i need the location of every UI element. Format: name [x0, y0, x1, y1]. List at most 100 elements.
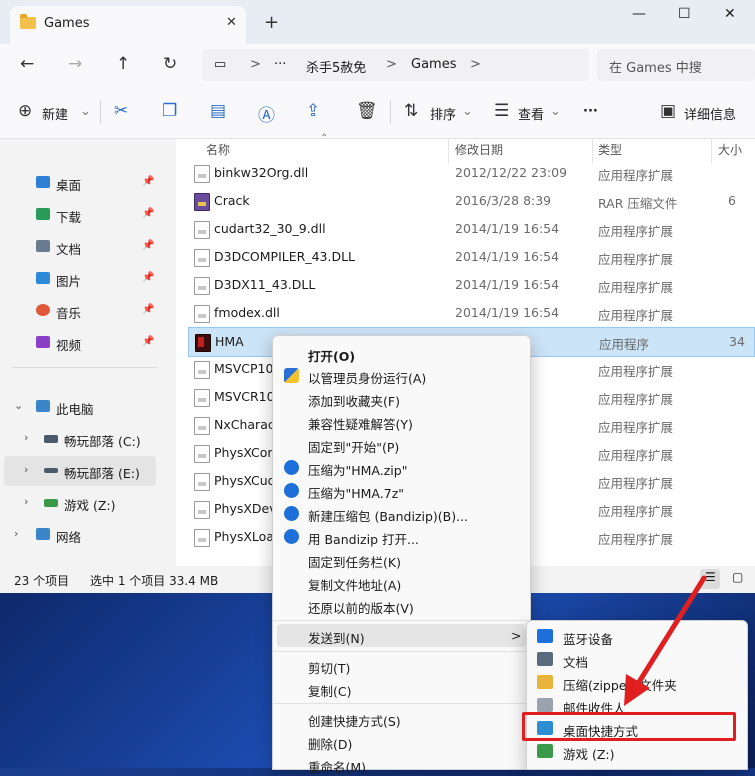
menu-item-rename[interactable]: 重命名(M): [273, 753, 530, 776]
sidebar-item-music[interactable]: 音乐 📌: [0, 296, 160, 326]
table-row[interactable]: fmodex.dll 2014/1/19 16:54 应用程序扩展: [188, 299, 755, 327]
details-button[interactable]: 详细信息: [684, 104, 736, 123]
menu-item[interactable]: 添加到收藏夹(F): [273, 387, 530, 410]
file-name: Crack: [214, 193, 250, 208]
menu-item[interactable]: 压缩为"HMA.zip": [273, 456, 530, 479]
file-name: cudart32_30_9.dll: [214, 221, 326, 236]
tab-close-icon[interactable]: ✕: [226, 15, 237, 30]
sidebar-item-drive-e[interactable]: › 畅玩部落 (E:): [4, 456, 156, 486]
maximize-button[interactable]: ☐: [678, 6, 691, 22]
breadcrumb-item[interactable]: Games: [411, 57, 456, 72]
view-button[interactable]: 查看: [518, 104, 544, 123]
table-row[interactable]: Crack 2016/3/28 8:39 RAR 压缩文件 6: [188, 187, 755, 215]
menu-item[interactable]: 复制文件地址(A): [273, 571, 530, 594]
menu-item[interactable]: 以管理员身份运行(A): [273, 364, 530, 387]
sidebar-item-network[interactable]: › 网络: [0, 520, 160, 550]
address-bar[interactable]: ▭ > ··· 杀手5赦免 > Games >: [202, 49, 589, 81]
sidebar-item-desktop[interactable]: 桌面 📌: [0, 168, 160, 198]
table-row[interactable]: binkw32Org.dll 2012/12/22 23:09 应用程序扩展: [188, 159, 755, 187]
sidebar-divider: [12, 367, 157, 368]
navigation-pane: 桌面 📌 下载 📌 文档 📌 图片 📌 音乐 📌 视频 📌 ⌄ 此电脑 › 畅玩…: [0, 139, 170, 566]
sidebar-item-drive-c[interactable]: › 畅玩部落 (C:): [0, 424, 160, 454]
chevron-right-icon[interactable]: ›: [24, 495, 28, 508]
column-header-type[interactable]: 类型: [598, 141, 622, 158]
menu-item-label: 用 Bandizip 打开...: [308, 532, 419, 547]
menu-item[interactable]: 兼容性疑难解答(Y): [273, 410, 530, 433]
back-button[interactable]: ←: [20, 54, 34, 74]
bandizip-icon: [284, 460, 299, 475]
menu-item-create-shortcut[interactable]: 创建快捷方式(S): [273, 707, 530, 730]
new-plus-icon: ⊕: [18, 101, 33, 121]
menu-item-cut[interactable]: 剪切(T): [273, 654, 530, 677]
menu-item-label: 以管理员身份运行(A): [308, 371, 427, 386]
menu-item[interactable]: 固定到任务栏(K): [273, 548, 530, 571]
file-icon: [194, 529, 210, 547]
network-icon: [36, 528, 50, 540]
tab-games[interactable]: Games ✕: [10, 6, 246, 44]
menu-item[interactable]: 打开(O): [273, 342, 530, 365]
menu-item-copy[interactable]: 复制(C): [273, 677, 530, 700]
rename-icon[interactable]: Ⓐ: [258, 101, 275, 126]
menu-item[interactable]: 固定到"开始"(P): [273, 433, 530, 456]
sidebar-item-pictures[interactable]: 图片 📌: [0, 264, 160, 294]
up-button[interactable]: ↑: [116, 54, 130, 74]
menu-item-send-to[interactable]: 发送到(N) >: [277, 624, 526, 647]
chevron-down-icon: ⌄: [80, 104, 91, 119]
refresh-button[interactable]: ↻: [163, 54, 177, 74]
file-icon: [194, 165, 210, 183]
breadcrumb-item[interactable]: 杀手5赦免: [306, 57, 366, 76]
chevron-down-icon: ⌄: [462, 104, 473, 119]
file-icon: [194, 361, 210, 379]
menu-item[interactable]: 还原以前的版本(V): [273, 594, 530, 617]
column-header-size[interactable]: 大小: [718, 141, 742, 158]
table-row[interactable]: cudart32_30_9.dll 2014/1/19 16:54 应用程序扩展: [188, 215, 755, 243]
pin-icon: 📌: [142, 208, 155, 219]
music-icon: [36, 304, 50, 316]
menu-item-delete[interactable]: 删除(D): [273, 730, 530, 753]
pin-icon: 📌: [142, 176, 155, 187]
column-header-name[interactable]: 名称: [206, 141, 230, 158]
folder-icon: [20, 14, 36, 29]
menu-item[interactable]: 新建压缩包 (Bandizip)(B)...: [273, 502, 530, 525]
delete-icon[interactable]: 🗑: [356, 101, 378, 121]
paste-icon[interactable]: ▤: [210, 101, 226, 121]
video-icon: [36, 336, 50, 348]
breadcrumb-overflow[interactable]: ···: [274, 57, 286, 72]
sidebar-item-downloads[interactable]: 下载 📌: [0, 200, 160, 230]
cut-icon[interactable]: ✂: [114, 101, 128, 121]
copy-icon[interactable]: ❐: [162, 101, 177, 121]
table-row[interactable]: D3DX11_43.DLL 2014/1/19 16:54 应用程序扩展: [188, 271, 755, 299]
shield-icon: [284, 368, 299, 383]
search-box[interactable]: 在 Games 中搜: [597, 49, 755, 81]
share-icon[interactable]: ⇪: [306, 101, 320, 121]
chevron-right-icon[interactable]: ›: [24, 431, 28, 444]
sidebar-item-documents[interactable]: 文档 📌: [0, 232, 160, 262]
forward-button[interactable]: →: [68, 54, 82, 74]
file-icon: [194, 417, 210, 435]
context-menu: 打开(O) 以管理员身份运行(A) 添加到收藏夹(F) 兼容性疑难解答(Y) 固定到"开…: [272, 335, 531, 775]
submenu-item-icon: [537, 744, 553, 758]
table-row[interactable]: D3DCOMPILER_43.DLL 2014/1/19 16:54 应用程序扩展: [188, 243, 755, 271]
new-tab-button[interactable]: +: [264, 14, 279, 32]
chevron-down-icon[interactable]: ⌄: [14, 399, 23, 412]
computer-icon: [36, 400, 50, 412]
tiles-view-button[interactable]: ▢: [728, 569, 748, 589]
more-options-button[interactable]: ···: [583, 104, 598, 119]
submenu-item-label: 游戏 (Z:): [563, 747, 615, 762]
file-type: 应用程序扩展: [598, 392, 674, 407]
chevron-right-icon[interactable]: ›: [14, 527, 18, 540]
sort-button[interactable]: 排序: [430, 104, 456, 123]
menu-item[interactable]: 用 Bandizip 打开...: [273, 525, 530, 548]
submenu-item[interactable]: 游戏 (Z:): [527, 740, 747, 763]
close-window-button[interactable]: ✕: [724, 6, 736, 22]
minimize-button[interactable]: —: [632, 6, 646, 22]
new-button[interactable]: 新建: [42, 104, 68, 123]
sidebar-item-this-pc[interactable]: ⌄ 此电脑: [0, 392, 160, 422]
computer-icon: ▭: [214, 57, 227, 72]
sidebar-item-drive-z[interactable]: › 游戏 (Z:): [0, 488, 160, 518]
menu-item[interactable]: 压缩为"HMA.7z": [273, 479, 530, 502]
chevron-right-icon[interactable]: ›: [24, 463, 28, 476]
column-header-date[interactable]: 修改日期: [455, 141, 503, 158]
file-date: 2014/1/19 16:54: [455, 305, 560, 320]
sidebar-item-videos[interactable]: 视频 📌: [0, 328, 160, 358]
